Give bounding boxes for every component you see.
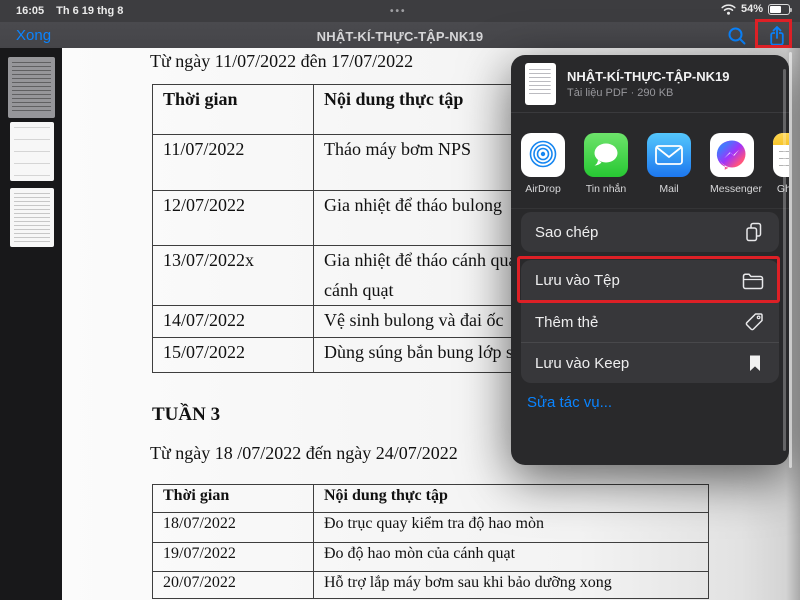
- copy-label: Sao chép: [535, 224, 598, 241]
- date-cell: 13/07/2022x: [153, 246, 314, 306]
- page-thumbnail-3[interactable]: [10, 188, 54, 247]
- header-cell: Thời gian: [153, 85, 314, 135]
- pdf-thumbnail-icon: [525, 63, 556, 105]
- date-cell: 12/07/2022: [153, 191, 314, 246]
- page-thumbnail-2[interactable]: [10, 122, 54, 181]
- status-bar: 16:05 Th 6 19 thg 8 ••• 54%: [0, 0, 800, 22]
- page-edge-highlight: [789, 52, 792, 468]
- document-title: NHẬT-KÍ-THỰC-TẬP-NK19: [0, 29, 800, 44]
- date-cell: 20/07/2022: [153, 572, 314, 599]
- messenger-icon: [710, 133, 754, 177]
- thumbnail-content: [14, 193, 50, 242]
- week3-table: Thời gian Nội dung thực tập 18/07/2022 Đ…: [152, 484, 709, 599]
- app-label: Tin nhắn: [584, 183, 628, 195]
- messages-app[interactable]: Tin nhắn: [584, 133, 628, 195]
- app-label: AirDrop: [521, 183, 565, 195]
- share-button-annotation-box: [755, 19, 792, 48]
- content-cell: Hỗ trợ lắp máy bơm sau khi bảo dưỡng xon…: [314, 572, 709, 599]
- week3-date-range: Từ ngày 18 /07/2022 đến ngày 24/07/2022: [150, 443, 458, 464]
- app-label: Mail: [647, 183, 691, 195]
- mail-icon: [647, 133, 691, 177]
- messages-icon: [584, 133, 628, 177]
- share-sheet-header: NHẬT-KÍ-THỰC-TẬP-NK19 Tài liệu PDF · 290…: [511, 55, 789, 113]
- status-date: Th 6 19 thg 8: [56, 5, 123, 17]
- airdrop-icon: [521, 133, 565, 177]
- clock: 16:05: [16, 5, 44, 17]
- thumbnail-content: [14, 127, 50, 176]
- date-cell: 19/07/2022: [153, 543, 314, 572]
- save-to-keep-label: Lưu vào Keep: [535, 355, 629, 372]
- battery-percent: 54%: [741, 3, 763, 15]
- share-sheet-scrollbar[interactable]: [783, 69, 786, 451]
- messenger-app[interactable]: Messenger: [710, 133, 754, 195]
- app-label: Ghi chú: [773, 183, 789, 195]
- table-row: 20/07/2022 Hỗ trợ lắp máy bơm sau khi bả…: [153, 572, 709, 599]
- ipad-screen: 16:05 Th 6 19 thg 8 ••• 54% Xong NHẬT-KÍ…: [0, 0, 800, 600]
- copy-group: Sao chép: [521, 212, 779, 252]
- content-cell: Đo trục quay kiểm tra độ hao mòn: [314, 513, 709, 543]
- add-tags-action[interactable]: Thêm thẻ: [521, 301, 779, 342]
- edit-actions-button[interactable]: Sửa tác vụ...: [527, 394, 612, 411]
- search-icon[interactable]: [726, 25, 748, 47]
- app-label: Messenger: [710, 183, 754, 195]
- share-file-title: NHẬT-KÍ-THỰC-TẬP-NK19: [567, 69, 729, 84]
- week3-heading: TUẦN 3: [152, 404, 220, 426]
- date-cell: 14/07/2022: [153, 306, 314, 338]
- date-cell: 11/07/2022: [153, 135, 314, 191]
- multitasking-dots-icon: •••: [390, 6, 407, 17]
- airdrop-app[interactable]: AirDrop: [521, 133, 565, 195]
- date-cell: 18/07/2022: [153, 513, 314, 543]
- page-thumbnail-sidebar: [0, 48, 62, 600]
- share-sheet: NHẬT-KÍ-THỰC-TẬP-NK19 Tài liệu PDF · 290…: [511, 55, 789, 465]
- thumbnail-content: [12, 62, 51, 113]
- save-to-files-annotation-box: [517, 256, 780, 303]
- table-header-row: Thời gian Nội dung thực tập: [153, 485, 709, 513]
- wifi-icon: [721, 4, 736, 15]
- page-thumbnail-1-selected[interactable]: [8, 57, 55, 118]
- save-to-keep-action[interactable]: Lưu vào Keep: [521, 342, 779, 383]
- table-row: 18/07/2022 Đo trục quay kiểm tra độ hao …: [153, 513, 709, 543]
- copy-action[interactable]: Sao chép: [521, 212, 779, 252]
- content-cell: Đo độ hao mòn của cánh quạt: [314, 543, 709, 572]
- mail-app[interactable]: Mail: [647, 133, 691, 195]
- notes-app[interactable]: Ghi chú: [773, 133, 789, 195]
- notes-icon: [773, 133, 789, 177]
- add-tags-label: Thêm thẻ: [535, 314, 598, 331]
- week2-date-range: Từ ngày 11/07/2022 đên 17/07/2022: [150, 51, 413, 72]
- copy-icon: [743, 221, 765, 243]
- header-cell: Nội dung thực tập: [314, 485, 709, 513]
- bookmark-icon: [745, 353, 765, 373]
- battery-icon: [768, 4, 790, 15]
- tag-icon: [743, 311, 765, 333]
- date-cell: 15/07/2022: [153, 338, 314, 373]
- header-cell: Thời gian: [153, 485, 314, 513]
- nav-bar: Xong NHẬT-KÍ-THỰC-TẬP-NK19: [0, 22, 800, 48]
- share-file-meta: Tài liệu PDF · 290 KB: [567, 87, 729, 99]
- table-row: 19/07/2022 Đo độ hao mòn của cánh quạt: [153, 543, 709, 572]
- share-apps-row: AirDrop Tin nhắn Mail: [511, 113, 789, 209]
